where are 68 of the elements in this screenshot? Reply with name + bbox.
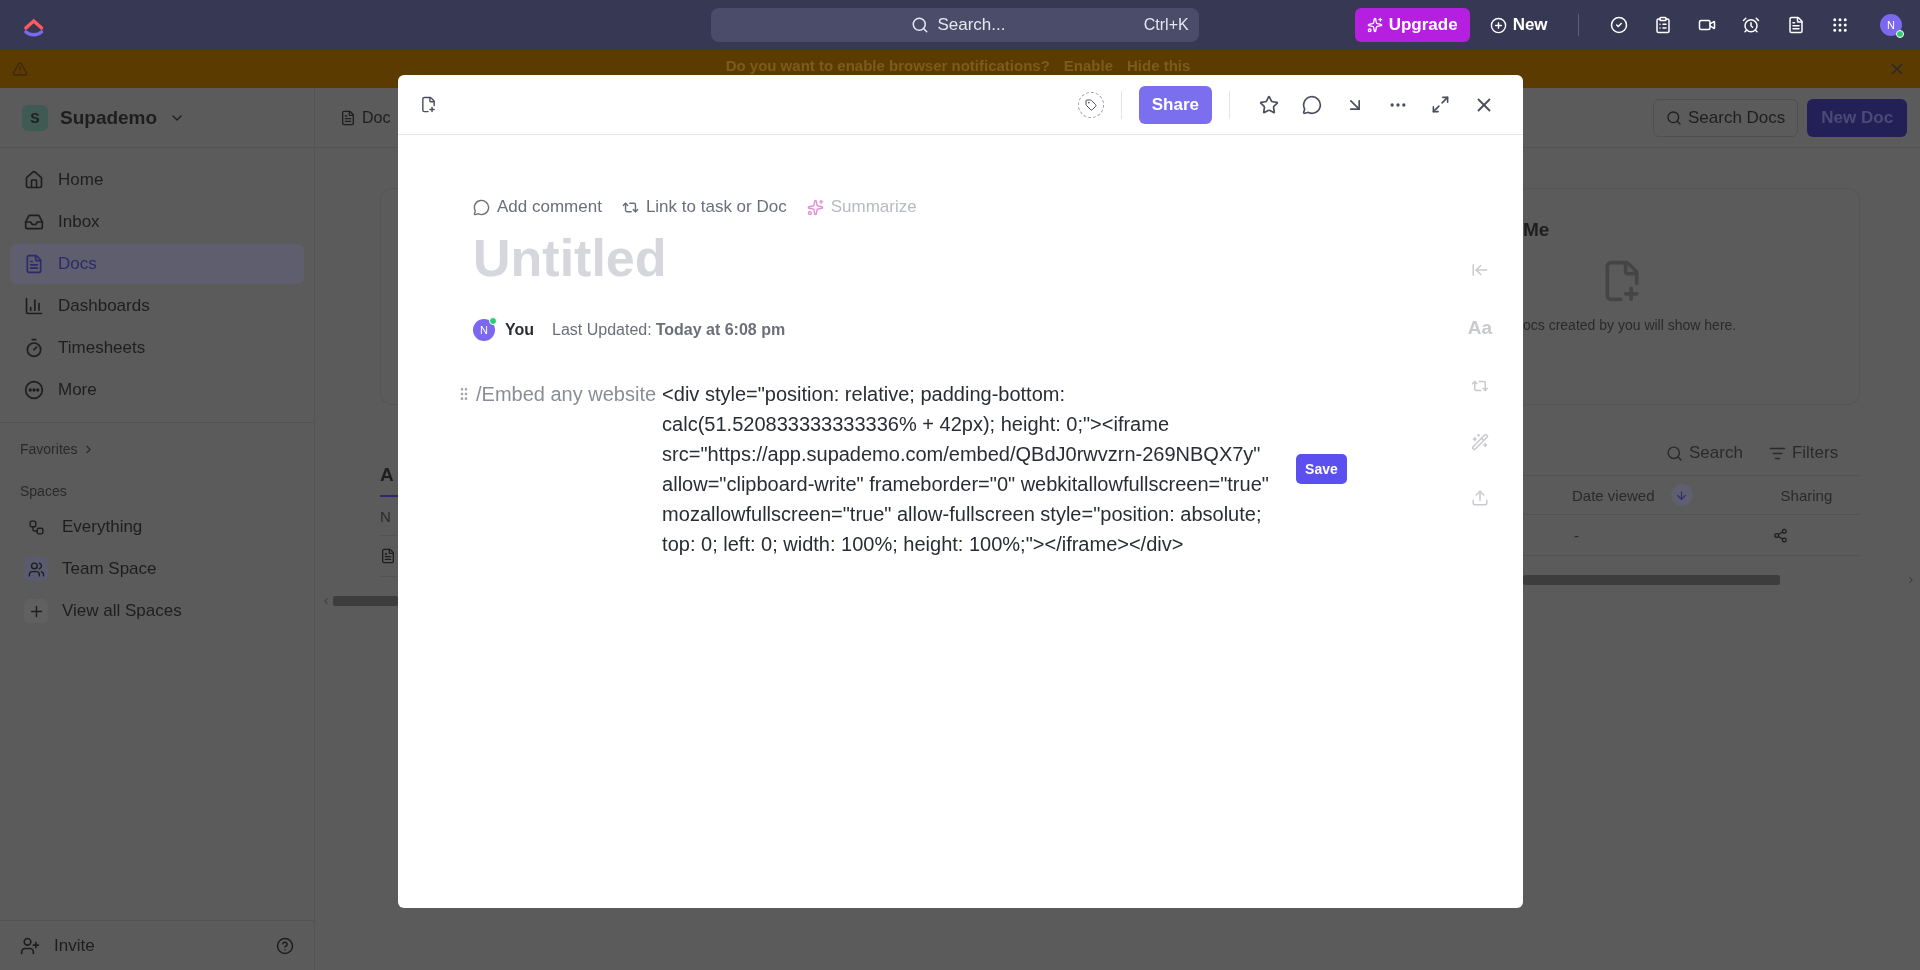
breadcrumb[interactable]: Doc	[362, 108, 391, 127]
search-icon[interactable]	[1666, 444, 1683, 462]
nav-item[interactable]: Dashboards	[10, 286, 304, 326]
space-item[interactable]: Team Space	[10, 549, 304, 589]
timer-icon	[24, 338, 44, 358]
workspace-avatar: S	[22, 104, 48, 131]
tab[interactable]: A	[380, 464, 394, 486]
comment-icon[interactable]	[1301, 94, 1322, 115]
clipboard-icon[interactable]	[1653, 16, 1672, 34]
new-button[interactable]: New	[1483, 14, 1554, 36]
workspace-name[interactable]: Supademo	[60, 106, 158, 129]
slash-command: /Embed any website	[476, 382, 657, 407]
nav-item[interactable]: Inbox	[10, 202, 304, 242]
space-item[interactable]: View all Spaces	[10, 591, 304, 631]
document-icon	[380, 548, 396, 564]
alarm-clock-icon[interactable]	[1742, 16, 1761, 34]
nav-item[interactable]: More	[10, 370, 304, 410]
comment-icon	[473, 198, 490, 216]
save-button[interactable]: Save	[1296, 454, 1347, 484]
collapse-icon[interactable]	[1471, 261, 1489, 279]
check-circle-icon[interactable]	[1609, 16, 1628, 34]
table-cell: -	[1574, 526, 1579, 544]
invite-link[interactable]: Invite	[54, 935, 95, 956]
expand-icon[interactable]	[1431, 95, 1450, 114]
team-icon	[24, 557, 48, 581]
search-icon	[1666, 109, 1682, 126]
invite-icon[interactable]	[20, 935, 40, 956]
sparkle-icon	[1366, 17, 1383, 33]
last-updated-time: Today at 6:08 pm	[655, 321, 786, 339]
scrollbar[interactable]	[1523, 575, 1780, 585]
user-avatar[interactable]: N	[1880, 14, 1902, 36]
apps-grid-icon[interactable]	[1830, 16, 1849, 34]
scroll-right-icon[interactable]	[1906, 575, 1916, 585]
search-icon	[911, 16, 930, 34]
plus-icon	[1489, 16, 1507, 34]
card-title: Me	[1523, 219, 1551, 241]
share-icon[interactable]	[1773, 527, 1788, 543]
home-icon	[24, 170, 44, 190]
inbox-icon	[24, 212, 44, 232]
more-icon	[24, 380, 44, 400]
share-button[interactable]: Share	[1138, 85, 1212, 124]
author-name: You	[505, 321, 535, 339]
scrollbar[interactable]	[333, 596, 398, 606]
plus-icon	[24, 599, 48, 623]
document-icon	[340, 109, 356, 126]
document-icon	[24, 254, 44, 274]
star-icon[interactable]	[1258, 94, 1279, 115]
sparkle-icon	[806, 198, 824, 216]
upload-icon[interactable]	[1471, 489, 1489, 507]
document-icon[interactable]	[1786, 16, 1805, 34]
upgrade-button[interactable]: Upgrade	[1354, 8, 1470, 42]
nav-item[interactable]: Timesheets	[10, 328, 304, 368]
warning-icon	[12, 61, 28, 77]
help-icon[interactable]	[276, 936, 294, 955]
search-docs-button[interactable]: Search Docs	[1653, 98, 1799, 137]
scroll-left-icon[interactable]	[321, 596, 331, 606]
doc-action[interactable]: Link to task or Doc	[621, 197, 787, 217]
bar-chart-icon	[24, 296, 44, 316]
last-updated-label: Last Updated:	[552, 321, 652, 339]
doc-action[interactable]: Add comment	[473, 197, 602, 217]
nav-item[interactable]: Home	[10, 160, 304, 200]
author-avatar: N	[473, 319, 495, 341]
magic-wand-icon[interactable]	[1471, 433, 1489, 451]
document-icon[interactable]	[420, 96, 437, 113]
space-item[interactable]: Everything	[10, 507, 304, 547]
sort-icon[interactable]	[1670, 484, 1693, 506]
search-field[interactable]: Search... Ctrl+K	[711, 8, 1199, 42]
embed-code-text[interactable]: <div style="position: relative; padding-bottom: calc(51.520833333333336% + 42px); height: 0;"><iframe src="https://app.supademo.com/embed/QBdJ0rwvzrn-269NBQX7y" allow="clipboard-write" frameborder="0" webkitallowfullscreen="true" mozallowfullscreen="true" allow-fullscreen style="position: absolute; top: 0; left: 0; width: 100%; height: 100%;"></iframe></div>	[662, 379, 1275, 559]
